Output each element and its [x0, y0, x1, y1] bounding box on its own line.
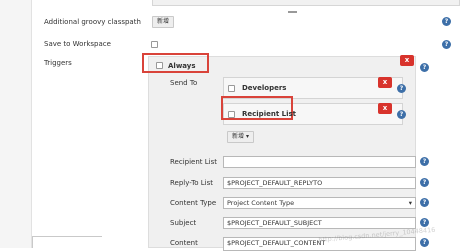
- help-icon[interactable]: ?: [442, 40, 451, 49]
- remove-recipient-button[interactable]: x: [378, 77, 392, 88]
- classpath-label: Additional groovy classpath: [44, 18, 141, 26]
- add-dropdown-label: 新增: [232, 133, 245, 140]
- help-icon[interactable]: ?: [420, 198, 429, 207]
- help-icon[interactable]: ?: [442, 17, 451, 26]
- help-icon[interactable]: ?: [420, 157, 429, 166]
- help-icon[interactable]: ?: [397, 84, 406, 93]
- help-icon[interactable]: ?: [420, 178, 429, 187]
- recipient-list-input[interactable]: [223, 156, 416, 168]
- reply-to-input[interactable]: $PROJECT_DEFAULT_REPLYTO: [223, 177, 416, 189]
- gutter-bracket: [32, 236, 102, 248]
- scroll-handle[interactable]: [288, 11, 297, 13]
- reply-to-label: Reply-To List: [170, 179, 213, 187]
- help-icon[interactable]: ?: [420, 63, 429, 72]
- recipient-name: Recipient List: [242, 110, 296, 118]
- caret-down-icon: ▾: [245, 133, 249, 140]
- scroll-region-top[interactable]: [152, 0, 460, 6]
- subject-input[interactable]: $PROJECT_DEFAULT_SUBJECT: [223, 217, 416, 229]
- caret-down-icon: ▾: [408, 199, 412, 207]
- help-icon[interactable]: ?: [420, 238, 429, 247]
- content-label: Content: [170, 239, 198, 247]
- send-to-label: Send To: [170, 79, 198, 87]
- recipient-checkbox[interactable]: [228, 111, 235, 118]
- add-recipient-dropdown[interactable]: 新增 ▾: [227, 131, 254, 143]
- subject-label: Subject: [170, 219, 197, 227]
- content-type-select[interactable]: Project Content Type ▾: [223, 197, 416, 209]
- trigger-name: Always: [168, 62, 196, 70]
- save-workspace-checkbox[interactable]: [151, 41, 158, 48]
- recipient-name: Developers: [242, 84, 287, 92]
- content-type-value: Project Content Type: [227, 199, 295, 207]
- left-gutter: [0, 0, 32, 248]
- content-type-label: Content Type: [170, 199, 217, 207]
- classpath-add-button[interactable]: 新增: [152, 16, 175, 28]
- remove-recipient-button[interactable]: x: [378, 103, 392, 114]
- recipient-checkbox[interactable]: [228, 85, 235, 92]
- recipient-list-label: Recipient List: [170, 158, 217, 166]
- remove-trigger-button[interactable]: x: [400, 55, 414, 66]
- trigger-checkbox[interactable]: [156, 62, 163, 69]
- help-icon[interactable]: ?: [397, 110, 406, 119]
- save-workspace-label: Save to Workspace: [44, 40, 111, 48]
- triggers-label: Triggers: [44, 59, 72, 67]
